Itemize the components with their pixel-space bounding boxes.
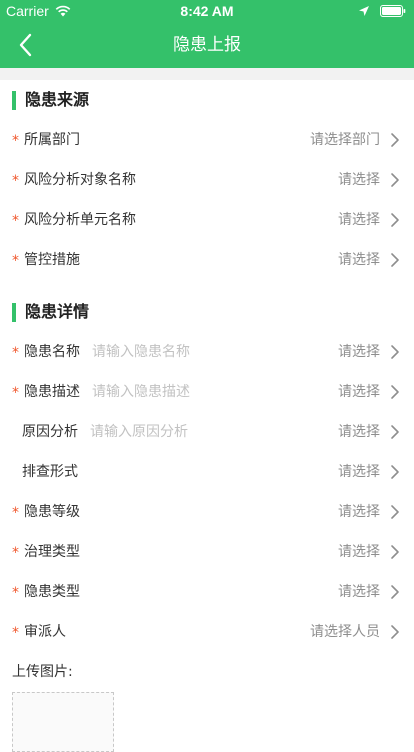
row-inspection-form[interactable]: 排查形式 请选择 (0, 452, 414, 492)
chevron-right-icon (391, 545, 399, 559)
required-marker: * (12, 133, 19, 149)
section-header-detail: 隐患详情 (0, 292, 414, 332)
row-hazard-type[interactable]: * 隐患类型 请选择 (0, 572, 414, 612)
hazard-description-input[interactable]: 请输入隐患描述 (92, 372, 190, 412)
row-risk-object[interactable]: * 风险分析对象名称 请选择 (0, 160, 414, 200)
section-accent-bar (12, 303, 16, 322)
row-control-measures[interactable]: * 管控措施 请选择 (0, 240, 414, 280)
row-value: 请选择人员 (310, 624, 380, 640)
chevron-right-icon (391, 345, 399, 359)
required-marker: * (12, 345, 19, 361)
chevron-left-icon (19, 33, 32, 57)
required-marker: * (12, 385, 19, 401)
row-value: 请选择 (338, 344, 380, 360)
required-marker: * (12, 625, 19, 641)
required-marker: * (12, 505, 19, 521)
section-title: 隐患详情 (25, 302, 90, 321)
row-value: 请选择 (338, 172, 380, 188)
row-value: 请选择 (338, 424, 380, 440)
battery-icon (380, 5, 406, 17)
row-assigner[interactable]: * 审派人 请选择人员 (0, 612, 414, 652)
back-button[interactable] (8, 28, 42, 62)
row-label: 管控措施 (24, 252, 80, 268)
chevron-right-icon (391, 465, 399, 479)
row-value: 请选择 (338, 212, 380, 228)
chevron-right-icon (391, 253, 399, 267)
row-value: 请选择 (338, 384, 380, 400)
row-label: 治理类型 (24, 544, 80, 560)
row-hazard-description[interactable]: * 隐患描述 请输入隐患描述 请选择 (0, 372, 414, 412)
status-right (358, 0, 406, 22)
section-divider (0, 68, 414, 80)
row-label: 隐患名称 (24, 344, 80, 360)
nav-bar: 隐患上报 (0, 22, 414, 68)
row-risk-unit[interactable]: * 风险分析单元名称 请选择 (0, 200, 414, 240)
row-label: 风险分析单元名称 (24, 212, 136, 228)
chevron-right-icon (391, 133, 399, 147)
row-treatment-type[interactable]: * 治理类型 请选择 (0, 532, 414, 572)
chevron-right-icon (391, 425, 399, 439)
chevron-right-icon (391, 213, 399, 227)
hazard-name-input[interactable]: 请输入隐患名称 (92, 332, 190, 372)
status-bar: Carrier 8:42 AM (0, 0, 414, 22)
row-value: 请选择 (338, 504, 380, 520)
page-title: 隐患上报 (173, 35, 241, 55)
section-title: 隐患来源 (25, 90, 90, 109)
row-value: 请选择 (338, 252, 380, 268)
header: Carrier 8:42 AM 隐患上报 (0, 0, 414, 68)
upload-image-button[interactable] (12, 692, 114, 752)
row-label: 隐患类型 (24, 584, 80, 600)
section-accent-bar (12, 91, 16, 110)
chevron-right-icon (391, 385, 399, 399)
cause-analysis-input[interactable]: 请输入原因分析 (90, 412, 188, 452)
status-time: 8:42 AM (180, 3, 234, 19)
required-marker: * (12, 585, 19, 601)
row-label: 排查形式 (22, 464, 78, 480)
required-marker: * (12, 173, 19, 189)
row-value: 请选择 (338, 464, 380, 480)
row-label: 审派人 (24, 624, 66, 640)
section-header-source: 隐患来源 (0, 80, 414, 120)
row-value: 请选择 (338, 544, 380, 560)
required-marker: * (12, 545, 19, 561)
row-hazard-level[interactable]: * 隐患等级 请选择 (0, 492, 414, 532)
row-label: 隐患描述 (24, 384, 80, 400)
required-marker: * (12, 213, 19, 229)
chevron-right-icon (391, 585, 399, 599)
row-label: 隐患等级 (24, 504, 80, 520)
row-label: 原因分析 (22, 424, 78, 440)
row-cause-analysis[interactable]: 原因分析 请输入原因分析 请选择 (0, 412, 414, 452)
row-value: 请选择部门 (310, 132, 380, 148)
upload-label: 上传图片: (12, 664, 73, 680)
chevron-right-icon (391, 625, 399, 639)
chevron-right-icon (391, 173, 399, 187)
row-hazard-name[interactable]: * 隐患名称 请输入隐患名称 请选择 (0, 332, 414, 372)
location-icon (359, 6, 369, 16)
row-department[interactable]: * 所属部门 请选择部门 (0, 120, 414, 160)
row-value: 请选择 (338, 584, 380, 600)
chevron-right-icon (391, 505, 399, 519)
row-label: 所属部门 (24, 132, 80, 148)
required-marker: * (12, 253, 19, 269)
row-label: 风险分析对象名称 (24, 172, 136, 188)
